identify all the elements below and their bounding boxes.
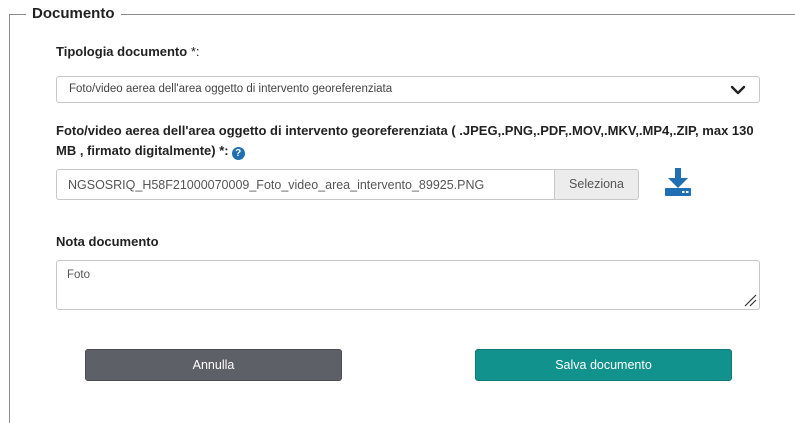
nota-textarea[interactable]: Foto: [56, 260, 760, 310]
chevron-down-icon: [730, 85, 746, 95]
tipologia-label: Tipologia documento *:: [56, 44, 200, 59]
resize-grip-icon[interactable]: [743, 293, 757, 307]
save-document-button[interactable]: Salva documento: [475, 349, 732, 381]
file-field-label-text: Foto/video aerea dell'area oggetto di in…: [56, 123, 754, 158]
file-name-value: NGSOSRIQ_H58F21000070009_Foto_video_area…: [68, 178, 485, 192]
file-field-label: Foto/video aerea dell'area oggetto di in…: [56, 121, 776, 161]
cancel-button[interactable]: Annulla: [85, 349, 342, 381]
required-mark: *:: [187, 44, 200, 59]
download-icon[interactable]: [664, 167, 692, 197]
nota-value: Foto: [67, 269, 91, 281]
fieldset-border-left: [9, 14, 10, 423]
tipologia-selected-value: Foto/video aerea dell'area oggetto di in…: [69, 83, 393, 95]
section-legend: Documento: [26, 4, 121, 24]
question-circle-icon[interactable]: ?: [231, 147, 245, 160]
fieldset-border-top: [9, 14, 795, 15]
nota-label: Nota documento: [56, 234, 159, 249]
file-name-field[interactable]: NGSOSRIQ_H58F21000070009_Foto_video_area…: [56, 169, 554, 200]
tipologia-select[interactable]: Foto/video aerea dell'area oggetto di in…: [56, 76, 760, 103]
tipologia-label-text: Tipologia documento: [56, 44, 188, 59]
seleziona-button[interactable]: Seleziona: [554, 169, 639, 200]
